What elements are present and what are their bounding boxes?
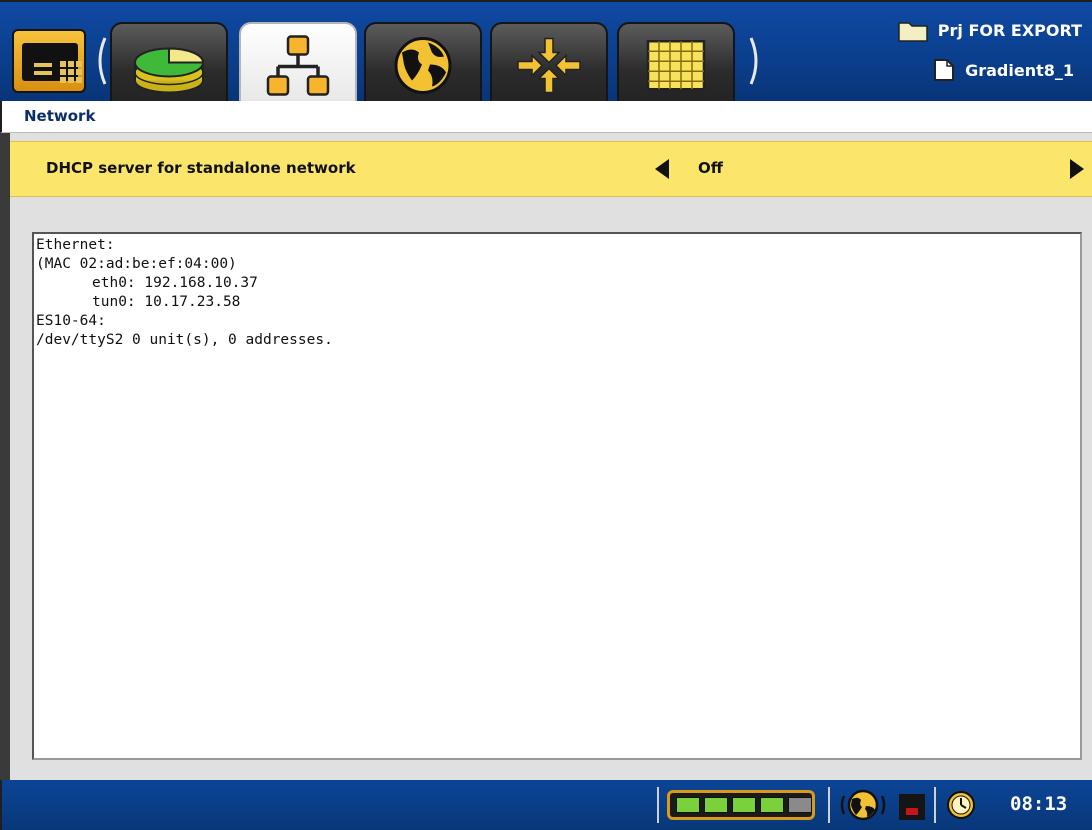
battery-cell: [732, 797, 756, 813]
project-file-name: Gradient8_1: [965, 60, 1074, 80]
dhcp-setting-value: Off: [698, 159, 723, 177]
network-panel: DHCP server for standalone network Off E…: [10, 133, 1092, 780]
tab-grid[interactable]: [617, 22, 735, 102]
tab-network[interactable]: [239, 22, 357, 104]
status-divider: [934, 787, 936, 823]
project-info: Prj FOR EXPORT Gradient8_1: [852, 10, 1082, 90]
status-bar: 08:13: [0, 780, 1092, 830]
main-menu-button[interactable]: [12, 29, 86, 93]
clock-time: 08:13: [1010, 793, 1068, 815]
status-divider: [828, 787, 830, 823]
pie-chart-icon: [134, 47, 205, 94]
page-title: Network: [24, 107, 96, 125]
info-line: tun0: 10.17.23.58: [92, 294, 241, 310]
tab-alignment[interactable]: [490, 22, 608, 102]
network-icon: [266, 35, 330, 96]
network-info-textbox[interactable]: Ethernet: (MAC 02:ad:be:ef:04:00) eth0: 19…: [32, 232, 1082, 760]
folder-icon: [898, 22, 928, 42]
tabs-scroll-right-icon[interactable]: [748, 36, 764, 86]
grid-icon: [646, 39, 706, 91]
breadcrumb: Network: [0, 101, 1092, 133]
device-icon: [22, 43, 82, 83]
dhcp-setting-row[interactable]: DHCP server for standalone network Off: [10, 141, 1092, 197]
battery-cell: [760, 797, 784, 813]
previous-value-arrow-icon[interactable]: [655, 159, 669, 179]
info-line: eth0: 192.168.10.37: [92, 275, 258, 291]
project-folder-name: Prj FOR EXPORT: [937, 20, 1082, 40]
battery-cell: [788, 797, 812, 813]
next-value-arrow-icon[interactable]: [1070, 159, 1084, 179]
info-line: /dev/ttyS2 0 unit(s), 0 addresses.: [36, 332, 333, 348]
tab-globe[interactable]: [364, 22, 482, 102]
info-line: ES10-64:: [36, 313, 106, 329]
globe-icon: [394, 36, 452, 94]
file-icon: [934, 59, 955, 81]
info-line: Ethernet:: [36, 237, 115, 253]
clock-icon[interactable]: [946, 790, 976, 820]
battery-cell: [704, 797, 728, 813]
arrows-converge-icon: [517, 37, 581, 94]
tabs-scroll-left-icon[interactable]: [92, 36, 108, 86]
dhcp-setting-label: DHCP server for standalone network: [46, 159, 356, 177]
record-indicator-icon: [899, 794, 925, 820]
info-line: (MAC 02:ad:be:ef:04:00): [36, 256, 237, 272]
status-divider: [657, 787, 659, 823]
globe-status-icon[interactable]: [840, 788, 886, 822]
battery-cell: [676, 797, 700, 813]
battery-indicator: [667, 790, 815, 820]
top-tab-bar: Prj FOR EXPORT Gradient8_1: [0, 0, 1092, 104]
tab-results[interactable]: [110, 22, 228, 102]
